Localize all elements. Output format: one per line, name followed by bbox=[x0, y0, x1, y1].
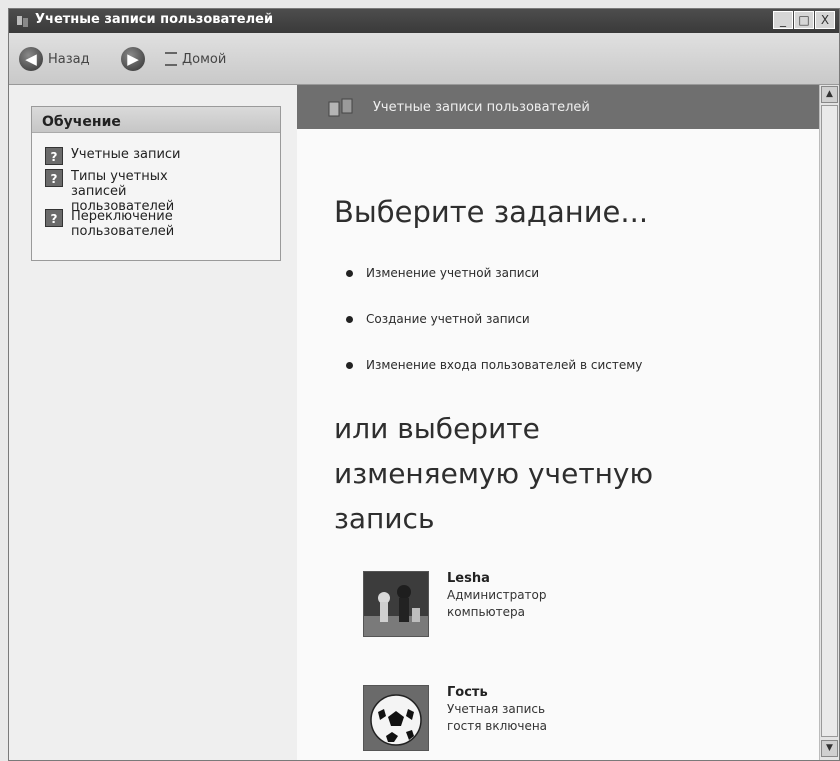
learn-item-label: Типы учетных записей пользователей bbox=[71, 169, 175, 214]
back-button[interactable]: ◀ Назад bbox=[19, 46, 90, 72]
learn-item-label: Переключение пользователей bbox=[71, 209, 175, 239]
scroll-thumb[interactable] bbox=[821, 105, 838, 737]
help-icon: ? bbox=[45, 209, 63, 227]
bullet-icon bbox=[346, 269, 353, 277]
account-name: Гость bbox=[447, 685, 488, 700]
scroll-up-button[interactable]: ▲ bbox=[821, 86, 838, 103]
home-icon bbox=[165, 52, 177, 66]
home-button-label: Домой bbox=[182, 51, 227, 67]
user-accounts-banner-icon bbox=[328, 98, 353, 117]
account-name: Lesha bbox=[447, 571, 490, 586]
close-button[interactable]: X bbox=[815, 11, 835, 29]
back-arrow-icon: ◀ bbox=[19, 47, 43, 71]
back-button-label: Назад bbox=[48, 51, 90, 67]
learn-item-accounts[interactable]: ? Учетные записи bbox=[45, 147, 221, 165]
learn-item-label: Учетные записи bbox=[71, 147, 181, 162]
navigation-toolbar: ◀ Назад ▶ Домой bbox=[9, 33, 839, 85]
forward-button[interactable]: ▶ bbox=[121, 46, 145, 72]
account-description: Администратор компьютера bbox=[447, 588, 547, 619]
task-label: Изменение входа пользователей в систему bbox=[366, 358, 643, 372]
user-accounts-icon bbox=[17, 16, 28, 27]
learn-item-switch-users[interactable]: ? Переключение пользователей bbox=[45, 209, 221, 239]
user-accounts-window: Учетные записи пользователей _ □ X ◀ Наз… bbox=[8, 8, 840, 761]
window-title: Учетные записи пользователей bbox=[35, 12, 274, 27]
home-button[interactable]: Домой bbox=[159, 46, 226, 72]
soccer-ball-icon bbox=[363, 685, 429, 751]
bullet-icon bbox=[346, 315, 353, 323]
task-label: Создание учетной записи bbox=[366, 312, 530, 326]
help-icon: ? bbox=[45, 169, 63, 187]
learn-about-header: Обучение bbox=[32, 107, 280, 133]
vertical-scrollbar[interactable]: ▲ ▼ bbox=[819, 85, 839, 760]
pick-account-heading: или выберите изменяемую учетную запись bbox=[334, 412, 654, 535]
task-change-logon[interactable]: Изменение входа пользователей в систему bbox=[346, 358, 642, 372]
forward-arrow-icon: ▶ bbox=[121, 47, 145, 71]
pick-task-heading: Выберите задание... bbox=[334, 195, 649, 229]
main-content: Учетные записи пользователей Выберите за… bbox=[297, 85, 819, 760]
page-banner: Учетные записи пользователей bbox=[297, 85, 819, 129]
maximize-button[interactable]: □ bbox=[794, 11, 814, 29]
task-create-account[interactable]: Создание учетной записи bbox=[346, 312, 530, 326]
title-bar[interactable]: Учетные записи пользователей _ □ X bbox=[9, 9, 839, 33]
minimize-button[interactable]: _ bbox=[773, 11, 793, 29]
left-pane: Обучение ? Учетные записи ? Типы учетных… bbox=[9, 85, 297, 760]
learn-item-account-types[interactable]: ? Типы учетных записей пользователей bbox=[45, 169, 221, 214]
scroll-down-button[interactable]: ▼ bbox=[821, 740, 838, 757]
learn-about-panel: Обучение ? Учетные записи ? Типы учетных… bbox=[31, 106, 281, 261]
account-description: Учетная запись гостя включена bbox=[447, 702, 548, 733]
banner-title: Учетные записи пользователей bbox=[373, 100, 590, 115]
bullet-icon bbox=[346, 361, 353, 369]
help-icon: ? bbox=[45, 147, 63, 165]
task-change-account[interactable]: Изменение учетной записи bbox=[346, 266, 539, 280]
chess-icon bbox=[363, 571, 429, 637]
task-label: Изменение учетной записи bbox=[366, 266, 540, 280]
